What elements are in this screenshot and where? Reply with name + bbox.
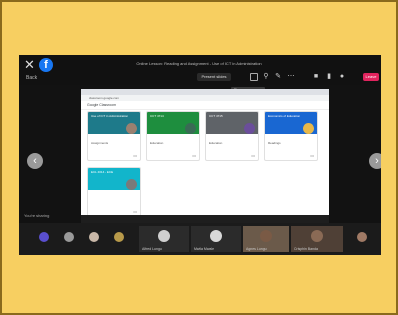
class-card[interactable]: Use of ICT in Administration Assignments…: [87, 111, 141, 161]
leave-button[interactable]: Leave: [363, 73, 379, 81]
window-title: Online Lesson: Reading and Assignment - …: [136, 61, 262, 66]
avatar: [64, 232, 74, 242]
sharing-label: You're sharing: [24, 213, 50, 218]
avatar: [303, 123, 314, 134]
avatar: [311, 230, 323, 242]
facebook-logo-icon: f: [39, 58, 53, 72]
class-card[interactable]: Economics of Education Readings ▭: [264, 111, 318, 161]
folder-icon[interactable]: ▭: [192, 153, 196, 158]
meeting-window: ✕ f Back Online Lesson: Reading and Assi…: [19, 55, 381, 255]
avatar: [158, 230, 170, 242]
folder-icon[interactable]: ▭: [133, 153, 137, 158]
previous-arrow-icon[interactable]: ‹: [27, 153, 43, 169]
close-icon[interactable]: ✕: [24, 58, 35, 72]
next-arrow-icon[interactable]: ›: [369, 153, 381, 169]
avatar: [244, 123, 255, 134]
class-card[interactable]: CCT 4714 Education ▭: [146, 111, 200, 161]
windows-taskbar: [81, 215, 329, 223]
class-card[interactable]: CCT 4715 Education ▭: [205, 111, 259, 161]
participant-tile[interactable]: Agnes Lungu: [243, 226, 289, 252]
shared-browser-window: classroom.google.com Google Classroom Us…: [81, 89, 329, 223]
more-icon[interactable]: ⋯: [287, 73, 295, 81]
card-body-text: Assignments: [91, 141, 109, 145]
top-toolbar: ✕ f Back Online Lesson: Reading and Assi…: [19, 55, 381, 85]
person-icon[interactable]: ●: [338, 73, 346, 81]
participant-name: Agnes Lungu: [246, 247, 267, 251]
effects-icon[interactable]: ✎: [274, 73, 282, 81]
avatar: [89, 232, 99, 242]
participant-name: Alfred Lungu: [142, 247, 162, 251]
participant-name: Mwila Mwale: [194, 247, 215, 251]
folder-icon[interactable]: ▭: [310, 153, 314, 158]
search-icon[interactable]: ⚲: [262, 73, 270, 81]
back-link[interactable]: Back: [26, 75, 37, 81]
avatar: [260, 230, 272, 242]
avatar: [185, 123, 196, 134]
participant-tile[interactable]: Mwila Mwale: [191, 226, 241, 252]
folder-icon[interactable]: ▭: [133, 209, 137, 214]
avatar: [39, 232, 49, 242]
participant-strip: Alfred Lungu Mwila Mwale Agnes Lungu Cri…: [19, 223, 381, 255]
avatar: [126, 179, 137, 190]
avatar: [210, 230, 222, 242]
folder-icon[interactable]: ▭: [251, 153, 255, 158]
camera-icon[interactable]: ■: [312, 73, 320, 81]
classroom-header: Google Classroom: [81, 101, 329, 110]
yellow-frame: ✕ f Back Online Lesson: Reading and Assi…: [0, 0, 398, 315]
avatar: [126, 123, 137, 134]
avatar: [114, 232, 124, 242]
mic-icon[interactable]: ▮: [325, 73, 333, 81]
present-button[interactable]: Present slides: [197, 73, 231, 81]
participant-tile[interactable]: Alfred Lungu: [139, 226, 189, 252]
card-body-text: Education: [150, 141, 164, 145]
card-body-text: [88, 190, 140, 197]
participant-tile[interactable]: Crisphin Banda: [291, 226, 343, 252]
share-screen-icon[interactable]: [250, 73, 258, 81]
class-card[interactable]: ECL 4014 - ECE ▭: [87, 167, 141, 217]
participant-name: Crisphin Banda: [294, 247, 318, 251]
card-body-text: Readings: [268, 141, 281, 145]
card-body-text: Education: [209, 141, 223, 145]
avatar: [357, 232, 367, 242]
